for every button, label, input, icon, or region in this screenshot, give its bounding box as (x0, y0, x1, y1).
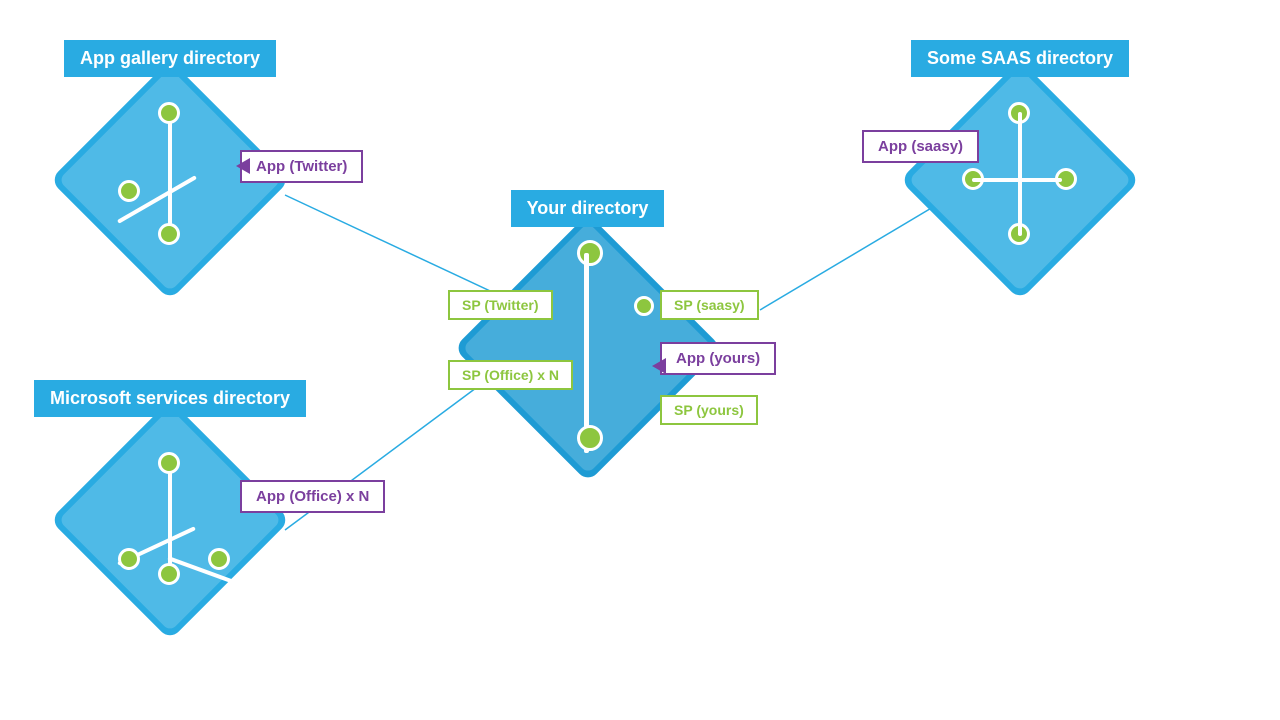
some-saas-diamond: Some SAAS directory (900, 60, 1140, 300)
sp-twitter-box: SP (Twitter) (448, 290, 553, 320)
your-directory-label: Your directory (511, 190, 665, 227)
sp-saasy-box: SP (saasy) (660, 290, 759, 320)
connector-node-top (634, 296, 654, 316)
microsoft-label: Microsoft services directory (34, 380, 306, 417)
sp-yours-box: SP (yours) (660, 395, 758, 425)
app-saasy-box: App (saasy) (862, 130, 979, 163)
app-twitter-box: App (Twitter) (240, 150, 363, 183)
app-yours-box: App (yours) (660, 342, 776, 375)
microsoft-diamond: Microsoft services directory (50, 400, 290, 640)
sp-office-box: SP (Office) x N (448, 360, 573, 390)
app-office-box: App (Office) x N (240, 480, 385, 513)
some-saas-label: Some SAAS directory (911, 40, 1129, 77)
arrow-yours (652, 358, 666, 374)
arrow-twitter (236, 158, 250, 174)
app-gallery-label: App gallery directory (64, 40, 276, 77)
